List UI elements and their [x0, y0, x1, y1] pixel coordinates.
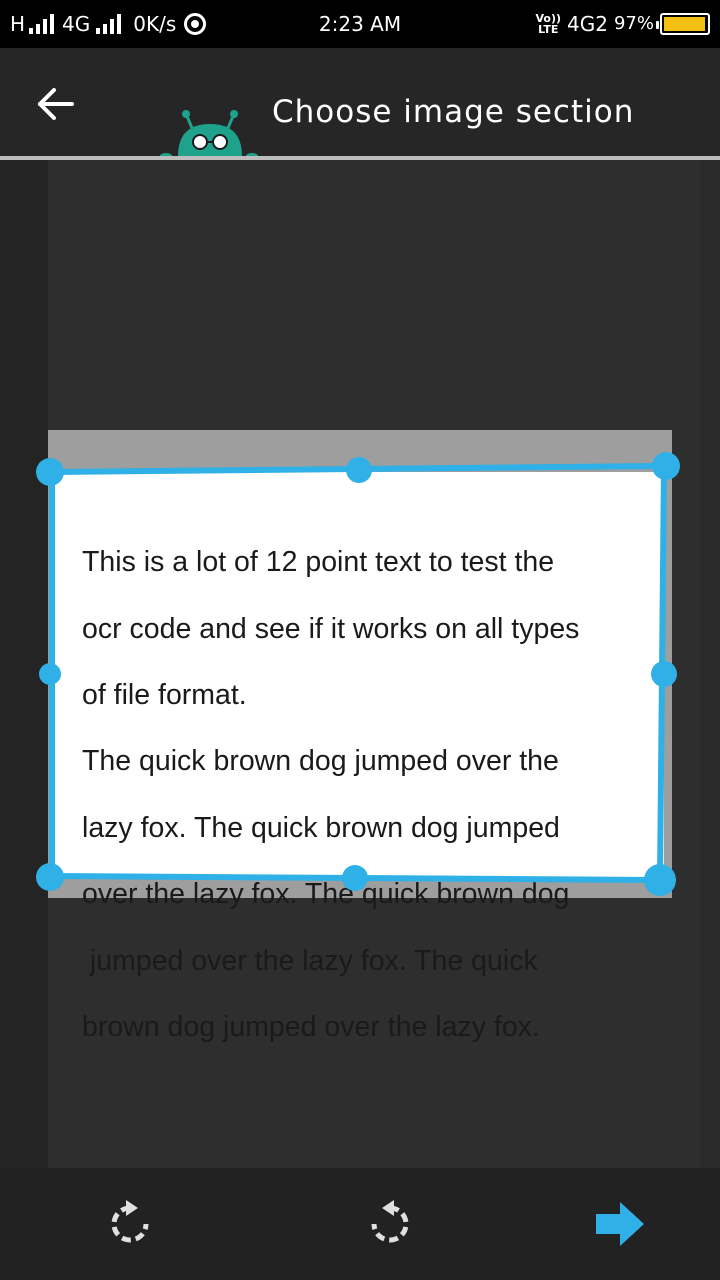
battery-icon	[656, 13, 710, 35]
app-header: Choose image section	[0, 48, 720, 158]
network-type-3: 4G2	[567, 12, 608, 36]
bottom-toolbar	[0, 1168, 720, 1280]
crop-handle-middle-right[interactable]	[651, 661, 677, 687]
status-bar: H 4G 0K/s 2:23 AM Vo)) LTE 4G2 97%	[0, 0, 720, 48]
arrow-right-icon	[596, 1202, 644, 1246]
document-line: of file format.	[82, 679, 247, 712]
rotate-right-button[interactable]	[104, 1198, 156, 1250]
crop-handle-bottom-left[interactable]	[36, 863, 64, 891]
document-line: lazy fox. The quick brown dog jumped	[82, 811, 560, 844]
document-line: The quick brown dog jumped over the	[82, 745, 559, 778]
crop-handle-middle-left[interactable]	[39, 663, 61, 685]
document-line: brown dog jumped over the lazy fox.	[82, 1011, 540, 1044]
rotate-left-button[interactable]	[364, 1198, 416, 1250]
rotate-counterclockwise-icon	[371, 1200, 409, 1243]
crop-handle-top-left[interactable]	[36, 458, 64, 486]
document-line: ocr code and see if it works on all type…	[82, 612, 580, 645]
arrow-left-icon	[38, 88, 74, 120]
crop-handle-bottom-middle[interactable]	[342, 865, 368, 891]
next-button[interactable]	[594, 1198, 646, 1250]
crop-handle-bottom-right[interactable]	[644, 864, 676, 896]
document-line: This is a lot of 12 point text to test t…	[82, 546, 555, 579]
document-line: over the lazy fox. The quick brown dog	[82, 878, 570, 911]
robot-mascot-icon	[160, 110, 258, 158]
crop-handle-top-right[interactable]	[652, 452, 680, 480]
volte-bottom: LTE	[538, 23, 559, 36]
rotate-clockwise-icon	[111, 1200, 149, 1243]
battery-percent: 97%	[613, 13, 654, 34]
crop-handle-top-middle[interactable]	[346, 457, 372, 483]
volte-indicator: Vo)) LTE	[536, 13, 562, 35]
document-line: jumped over the lazy fox. The quick	[82, 944, 538, 977]
page-title: Choose image section	[272, 94, 635, 130]
back-button[interactable]	[30, 82, 82, 126]
left-margin	[0, 160, 48, 1168]
status-right: Vo)) LTE 4G2 97%	[536, 10, 710, 38]
right-margin	[700, 160, 720, 1168]
document-text: This is a lot of 12 point text to test t…	[82, 513, 662, 1077]
